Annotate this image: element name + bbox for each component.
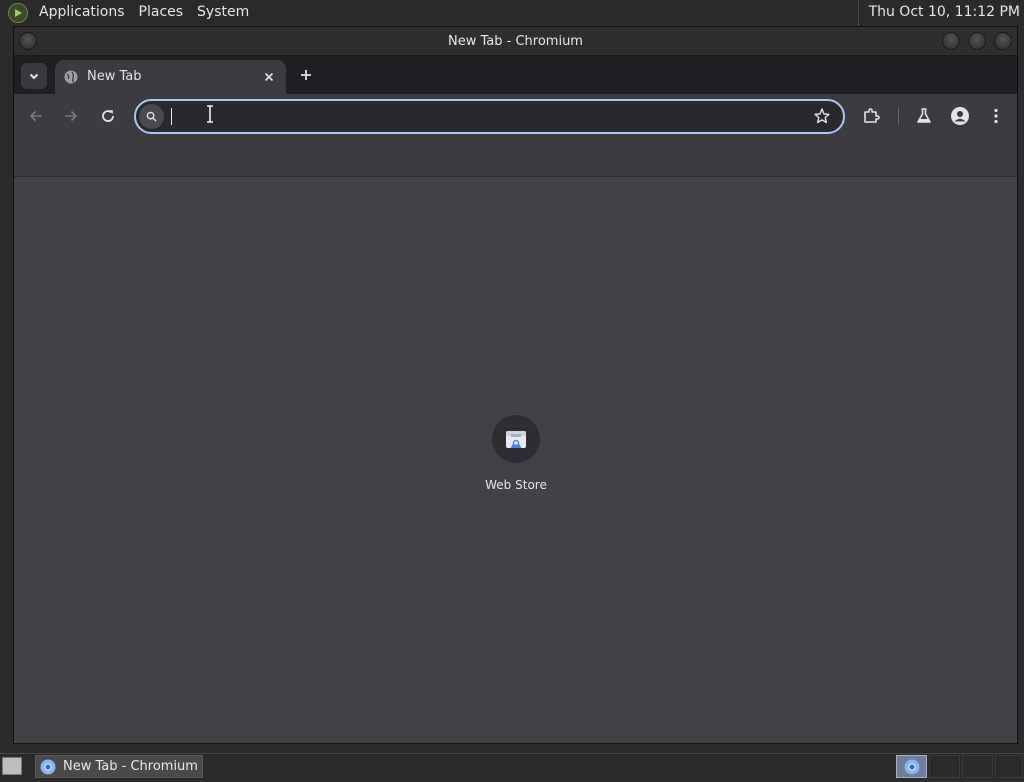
menu-applications[interactable]: Applications [32,0,132,25]
text-caret [171,108,172,125]
window-title: New Tab - Chromium [448,34,583,49]
panel-clock[interactable]: Thu Oct 10, 11:12 PM [857,0,1020,25]
bookmark-star-button[interactable] [813,107,831,129]
labs-button[interactable] [912,104,936,128]
flask-icon [917,108,931,123]
chromium-icon [904,759,920,775]
close-window-button[interactable] [994,32,1012,50]
shortcut-web-store[interactable]: Web Store [470,415,562,505]
maximize-button[interactable] [968,32,986,50]
taskbar-window-label: New Tab - Chromium [63,759,198,774]
bottom-taskbar: New Tab - Chromium [0,753,1024,778]
puzzle-icon [864,108,880,123]
workspace-1[interactable] [896,755,927,778]
toolbar-separator [898,108,899,124]
forward-button[interactable] [59,104,83,128]
extensions-button[interactable] [859,104,883,128]
more-vert-icon [994,108,998,124]
reload-button[interactable] [96,104,120,128]
profile-button[interactable] [948,104,972,128]
plus-icon [301,70,311,80]
tab-strip: New Tab [14,56,1017,94]
taskbar-window-button[interactable]: New Tab - Chromium [35,755,203,778]
text-cursor-icon [207,105,213,123]
bookmarks-bar [14,139,1017,177]
workspace-2[interactable] [929,755,960,778]
chrome-menu-button[interactable] [984,104,1008,128]
show-desktop-button[interactable] [2,757,22,775]
arrow-left-icon [29,110,42,122]
new-tab-page: Web Store [14,105,1017,743]
menu-system[interactable]: System [190,0,256,25]
play-icon [15,8,22,17]
shortcut-tile[interactable] [492,415,540,463]
menu-places[interactable]: Places [132,0,191,25]
menu-logo-icon[interactable] [8,2,28,23]
tab-label: New Tab [87,69,142,84]
tab-new-tab[interactable]: New Tab [55,60,286,94]
workspace-4[interactable] [995,755,1023,778]
address-bar[interactable] [134,99,845,134]
chromium-icon [40,759,56,774]
address-input[interactable] [170,104,800,129]
globe-icon [64,70,78,84]
tab-search-button[interactable] [21,63,47,89]
tab-close-button[interactable] [260,68,278,86]
chevron-down-icon [29,73,39,80]
minimize-button[interactable] [942,32,960,50]
window-titlebar[interactable]: New Tab - Chromium [14,27,1017,56]
workspace-3[interactable] [962,755,993,778]
back-button[interactable] [24,104,48,128]
new-tab-button[interactable] [295,64,317,86]
close-icon [264,72,274,82]
web-store-icon [506,431,526,448]
account-icon [951,107,969,125]
star-icon [814,108,830,124]
browser-toolbar [14,94,1017,139]
top-panel: Applications Places System Thu Oct 10, 1… [0,0,1024,25]
reload-icon [102,110,114,122]
search-icon [139,104,164,129]
arrow-right-icon [65,110,78,122]
browser-window: New Tab - Chromium New Tab Web Store [13,26,1018,744]
shortcut-label: Web Store [485,478,547,492]
